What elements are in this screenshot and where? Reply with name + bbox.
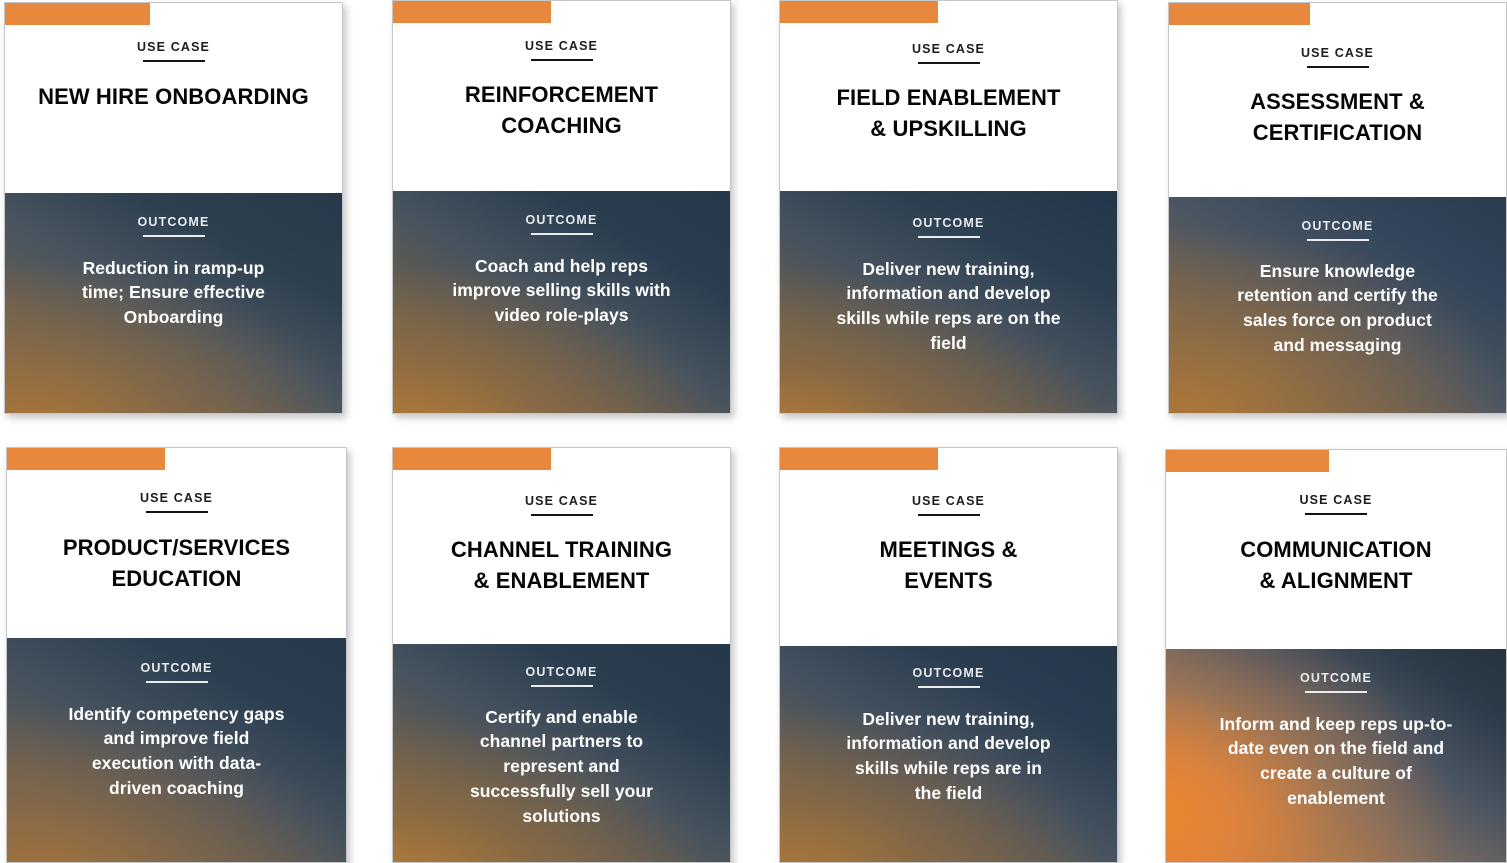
use-case-label: USE CASE [1299, 493, 1373, 507]
use-case-label: USE CASE [524, 494, 599, 508]
use-case-rule [917, 61, 980, 64]
outcome-rule [142, 234, 205, 237]
accent-bar [393, 448, 551, 470]
accent-bar [1166, 450, 1329, 472]
accent-bar [5, 3, 150, 25]
use-case-rule [145, 510, 208, 513]
card-outcome-panel: OUTCOME Ensure knowledge retention and c… [1169, 197, 1506, 413]
outcome-label: OUTCOME [525, 213, 598, 227]
accent-bar [393, 1, 551, 23]
outcome-rule [917, 235, 980, 238]
use-case-card-channel-training-enablement[interactable]: USE CASE CHANNEL TRAINING & ENABLEMENT O… [392, 447, 731, 863]
use-case-label: USE CASE [1300, 46, 1375, 60]
card-outcome-panel: OUTCOME Inform and keep reps up-to- date… [1166, 649, 1506, 862]
outcome-text: Coach and help reps improve selling skil… [452, 255, 671, 326]
outcome-text: Deliver new training, information and de… [836, 258, 1061, 354]
outcome-text: Certify and enable channel partners to r… [470, 706, 653, 826]
use-case-rule [1306, 65, 1369, 68]
outcome-label: OUTCOME [912, 216, 985, 230]
outcome-rule [530, 232, 593, 235]
accent-bar [780, 448, 938, 470]
card-title: REINFORCEMENT COACHING [464, 81, 659, 138]
card-title: MEETINGS & EVENTS [879, 536, 1018, 593]
card-outcome-panel: OUTCOME Coach and help reps improve sell… [393, 191, 730, 413]
outcome-text: Inform and keep reps up-to- date even on… [1219, 713, 1453, 809]
use-case-rule [530, 513, 593, 516]
outcome-label: OUTCOME [525, 665, 598, 679]
outcome-label: OUTCOME [1301, 219, 1374, 233]
use-case-label: USE CASE [524, 39, 599, 53]
outcome-text: Reduction in ramp-up time; Ensure effect… [82, 257, 265, 328]
outcome-rule [1305, 690, 1367, 693]
outcome-label: OUTCOME [140, 661, 213, 675]
use-case-rule [1305, 512, 1367, 515]
card-top-panel: USE CASE FIELD ENABLEMENT & UPSKILLING [780, 1, 1117, 191]
accent-bar [780, 1, 938, 23]
card-top-panel: USE CASE MEETINGS & EVENTS [780, 448, 1117, 646]
use-case-card-communication-alignment[interactable]: USE CASE COMMUNICATION & ALIGNMENT OUTCO… [1165, 449, 1507, 863]
card-title: COMMUNICATION & ALIGNMENT [1240, 536, 1432, 593]
card-title: ASSESSMENT & CERTIFICATION [1250, 88, 1425, 145]
accent-bar [1169, 3, 1310, 25]
outcome-text: Identify competency gaps and improve fie… [68, 703, 285, 799]
use-case-label: USE CASE [136, 40, 211, 54]
use-case-card-field-enablement-upskilling[interactable]: USE CASE FIELD ENABLEMENT & UPSKILLING O… [779, 0, 1118, 414]
use-case-label: USE CASE [911, 42, 986, 56]
outcome-rule [917, 685, 980, 688]
use-case-label: USE CASE [911, 494, 986, 508]
card-top-panel: USE CASE PRODUCT/SERVICES EDUCATION [7, 448, 346, 638]
outcome-rule [530, 684, 593, 687]
use-case-card-product-services-education[interactable]: USE CASE PRODUCT/SERVICES EDUCATION OUTC… [6, 447, 347, 863]
card-title: PRODUCT/SERVICES EDUCATION [62, 534, 291, 591]
outcome-rule [1306, 238, 1369, 241]
use-case-card-assessment-certification[interactable]: USE CASE ASSESSMENT & CERTIFICATION OUTC… [1168, 2, 1507, 414]
card-top-panel: USE CASE ASSESSMENT & CERTIFICATION [1169, 3, 1506, 197]
use-case-card-meetings-events[interactable]: USE CASE MEETINGS & EVENTS OUTCOME Deliv… [779, 447, 1118, 863]
use-case-rule [917, 513, 980, 516]
card-outcome-panel: OUTCOME Deliver new training, informatio… [780, 646, 1117, 862]
use-case-card-new-hire-onboarding[interactable]: USE CASE NEW HIRE ONBOARDING OUTCOME Red… [4, 2, 343, 414]
card-title: NEW HIRE ONBOARDING [38, 83, 309, 109]
card-outcome-panel: OUTCOME Reduction in ramp-up time; Ensur… [5, 193, 342, 413]
use-case-rule [530, 58, 593, 61]
card-outcome-panel: OUTCOME Certify and enable channel partn… [393, 644, 730, 862]
card-top-panel: USE CASE NEW HIRE ONBOARDING [5, 3, 342, 193]
card-top-panel: USE CASE REINFORCEMENT COACHING [393, 1, 730, 191]
use-case-rule [142, 59, 205, 62]
use-case-label: USE CASE [139, 491, 214, 505]
outcome-label: OUTCOME [137, 215, 210, 229]
outcome-text: Ensure knowledge retention and certify t… [1237, 260, 1438, 356]
card-outcome-panel: OUTCOME Identify competency gaps and imp… [7, 638, 346, 862]
outcome-text: Deliver new training, information and de… [846, 708, 1051, 804]
card-top-panel: USE CASE CHANNEL TRAINING & ENABLEMENT [393, 448, 730, 644]
outcome-label: OUTCOME [1300, 671, 1372, 685]
card-title: CHANNEL TRAINING & ENABLEMENT [450, 536, 673, 593]
outcome-rule [145, 680, 208, 683]
use-case-card-reinforcement-coaching[interactable]: USE CASE REINFORCEMENT COACHING OUTCOME … [392, 0, 731, 414]
card-title: FIELD ENABLEMENT & UPSKILLING [836, 84, 1061, 141]
card-top-panel: USE CASE COMMUNICATION & ALIGNMENT [1166, 450, 1506, 649]
card-outcome-panel: OUTCOME Deliver new training, informatio… [780, 191, 1117, 413]
accent-bar [7, 448, 165, 470]
outcome-label: OUTCOME [912, 666, 985, 680]
use-case-card-board: USE CASE NEW HIRE ONBOARDING OUTCOME Red… [0, 0, 1507, 863]
